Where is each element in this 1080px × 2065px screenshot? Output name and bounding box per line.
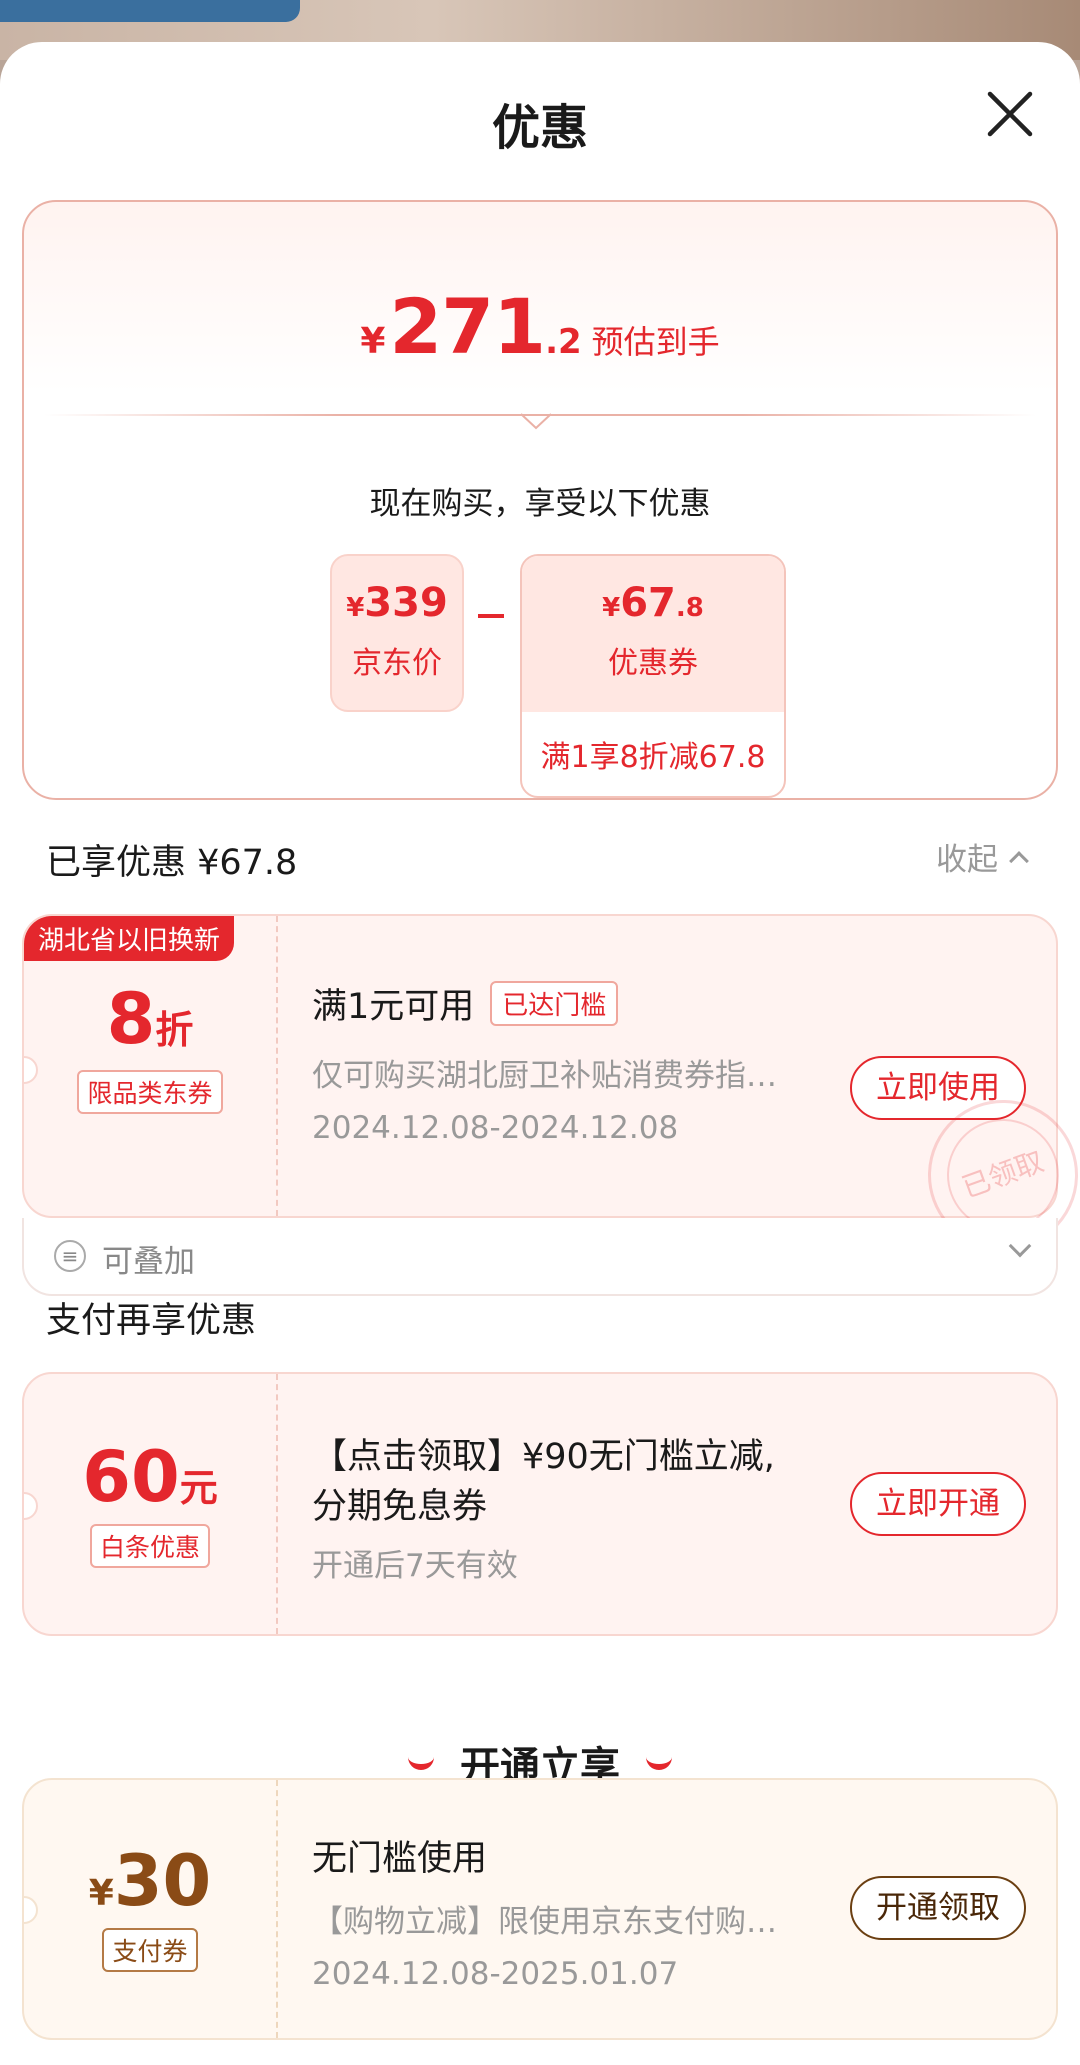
baitiao-validity: 开通后7天有效: [312, 1548, 518, 1584]
coupon-separator: [276, 916, 278, 1216]
sheet-title: 优惠: [491, 100, 588, 156]
payment-coupon-date: 2024.12.08-2025.01.07: [312, 1956, 679, 1992]
jd-price-box: ¥339 京东价: [330, 554, 464, 712]
minus-icon: [478, 614, 504, 618]
coupon-date: 2024.12.08-2024.12.08: [312, 1110, 679, 1146]
collapse-label: 收起: [936, 842, 998, 878]
jd-price-currency: ¥: [346, 593, 365, 623]
threshold-reached-badge: 已达门槛: [490, 981, 619, 1026]
coupon-separator: [276, 1374, 278, 1634]
chevron-down-icon: [1008, 1234, 1032, 1258]
background-tab: [0, 0, 300, 22]
coupon-label: 优惠券: [608, 646, 698, 681]
price-currency: ¥: [360, 321, 386, 362]
coupon-title: 满1元可用 已达门槛: [312, 978, 619, 1029]
divider-notch-icon: [520, 413, 552, 430]
stackable-row[interactable]: ≡ 可叠加: [22, 1218, 1058, 1296]
smile-left-icon: [408, 1756, 434, 1770]
estimated-price: ¥ 271 .2 预估到手: [24, 282, 1056, 371]
coupon-discount-value: 8: [106, 978, 156, 1060]
jd-price-value: 339: [364, 580, 448, 626]
payment-coupon-title: 无门槛使用: [312, 1839, 488, 1879]
payment-coupon-description: 【购物立减】限使用京东支付购…: [312, 1904, 777, 1940]
coupon-condition: 满1享8折减67.8: [540, 740, 766, 775]
discount-sheet: 优惠 ¥ 271 .2 预估到手 现在购买，享受以下优惠 ¥339 京东价 ¥6…: [0, 42, 1080, 2065]
smile-right-icon: [646, 1756, 672, 1770]
baitiao-value: 60: [82, 1436, 180, 1518]
payment-coupon-value: 30: [113, 1840, 212, 1922]
payment-coupon-currency: ¥: [88, 1873, 114, 1914]
baitiao-tag: 白条优惠: [89, 1524, 210, 1568]
coupon-type-tag: 限品类东券: [77, 1070, 223, 1114]
coupon-separator: [276, 1780, 278, 2038]
coupon-title-text: 满1元可用: [312, 987, 475, 1027]
price-label: 预估到手: [591, 323, 720, 361]
coupon-description: 仅可购买湖北厨卫补贴消费券指…: [312, 1058, 777, 1094]
stackable-label: 可叠加: [102, 1244, 195, 1280]
pay-discount-title: 支付再享优惠: [46, 1301, 257, 1341]
close-icon[interactable]: [982, 86, 1038, 142]
activate-now-button[interactable]: 立即开通: [850, 1472, 1026, 1536]
price-integer: 271: [389, 282, 546, 371]
coupon-value: 67: [620, 580, 676, 626]
activate-claim-button[interactable]: 开通领取: [850, 1876, 1026, 1940]
baitiao-unit: 元: [179, 1466, 218, 1510]
price-decimal: .2: [545, 322, 582, 362]
baitiao-line-2: 分期免息券: [312, 1487, 488, 1527]
summary-subtitle: 现在购买，享受以下优惠: [369, 486, 711, 522]
coupon-value-decimal: .8: [675, 593, 704, 623]
jd-price-label: 京东价: [352, 646, 442, 681]
coupon-discount-unit: 折: [155, 1008, 194, 1052]
baitiao-line-1: 【点击领取】¥90无门槛立减,: [312, 1437, 775, 1477]
coupon-card-baitiao: 60元 白条优惠 【点击领取】¥90无门槛立减, 分期免息券 开通后7天有效 立…: [22, 1372, 1058, 1636]
price-summary-card: ¥ 271 .2 预估到手 现在购买，享受以下优惠 ¥339 京东价 ¥67.8…: [22, 200, 1058, 800]
coupon-discount-box: ¥67.8 优惠券 满1享8折减67.8: [520, 554, 786, 798]
collapse-toggle[interactable]: 收起: [936, 834, 1029, 879]
payment-coupon-tag: 支付券: [102, 1928, 198, 1972]
stack-icon: ≡: [54, 1240, 86, 1272]
coupon-currency: ¥: [602, 593, 621, 623]
coupon-card-hubei: 湖北省以旧换新 8折 限品类东券 满1元可用 已达门槛 仅可购买湖北厨卫补贴消费券…: [22, 914, 1058, 1218]
chevron-up-icon: [1009, 851, 1029, 871]
enjoyed-discount-title: 已享优惠 ¥67.8: [46, 843, 298, 883]
coupon-card-payment: ¥30 支付券 无门槛使用 【购物立减】限使用京东支付购… 2024.12.08…: [22, 1778, 1058, 2040]
